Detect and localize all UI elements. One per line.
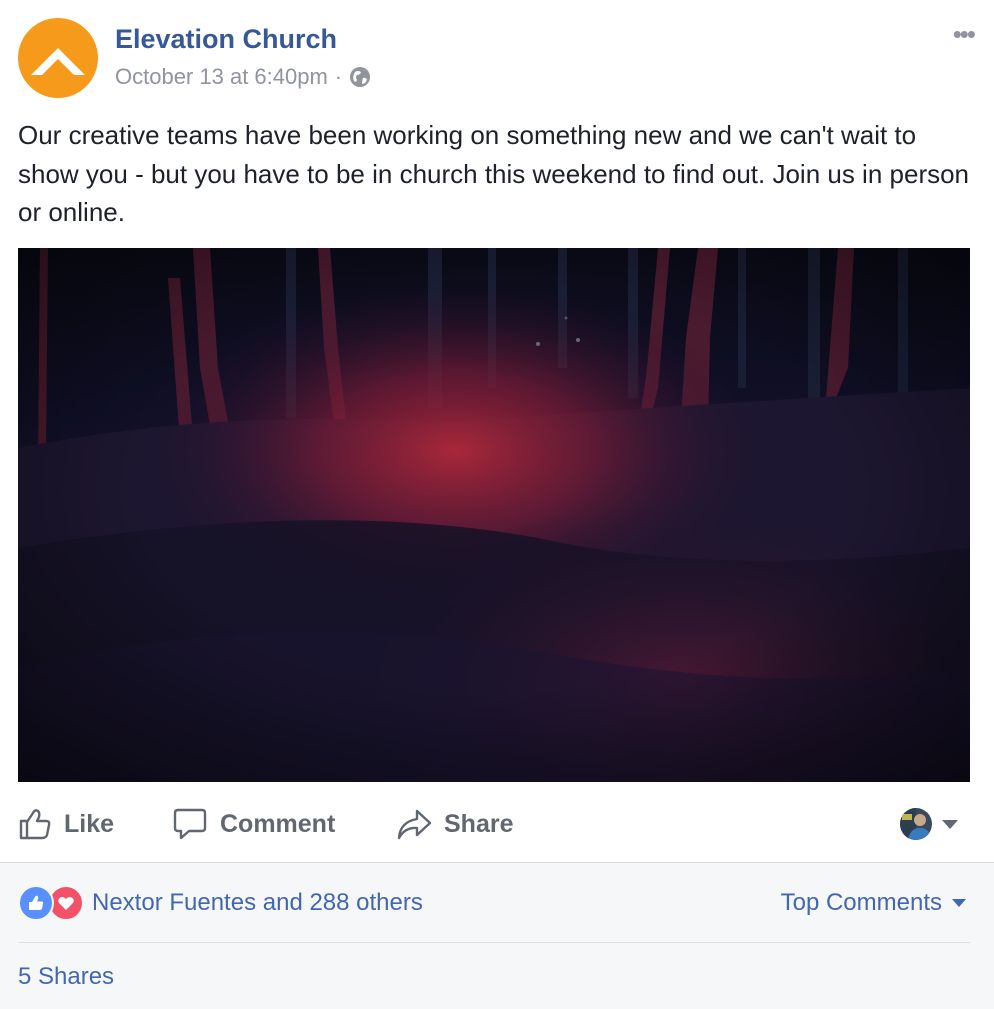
more-options-icon[interactable]: ••• <box>953 21 976 47</box>
like-label: Like <box>64 809 115 838</box>
comment-bubble-icon <box>173 808 207 840</box>
post-timestamp[interactable]: October 13 at 6:40pm <box>115 64 328 90</box>
reactions-summary[interactable]: Nextor Fuentes and 288 others <box>18 885 423 921</box>
like-button[interactable]: Like <box>18 796 114 852</box>
footer-divider <box>18 942 970 943</box>
globe-icon[interactable] <box>349 66 371 88</box>
forest-path-image <box>18 248 970 782</box>
comment-label: Comment <box>220 809 336 838</box>
post-photo[interactable] <box>18 248 970 782</box>
post-as-selector[interactable] <box>900 804 958 844</box>
shares-count-link[interactable]: 5 Shares <box>18 963 114 991</box>
share-arrow-icon <box>397 809 432 840</box>
post-footer: Nextor Fuentes and 288 others Top Commen… <box>0 862 994 1009</box>
post-header: Elevation Church October 13 at 6:40pm · … <box>18 18 978 98</box>
like-reaction-icon <box>18 885 54 921</box>
reactions-count-link[interactable]: Nextor Fuentes and 288 others <box>92 889 423 917</box>
comment-sort-dropdown[interactable]: Top Comments <box>781 889 966 917</box>
meta-separator: · <box>334 64 343 89</box>
elevation-logo-icon <box>31 48 85 75</box>
chevron-down-icon <box>942 819 958 829</box>
share-label: Share <box>444 809 514 838</box>
share-button[interactable]: Share <box>396 796 513 852</box>
thumbs-up-icon <box>19 809 51 840</box>
user-avatar <box>900 808 932 840</box>
post-meta: October 13 at 6:40pm · <box>115 64 371 90</box>
post-action-bar: Like Comment Share <box>18 796 958 852</box>
page-avatar[interactable] <box>18 18 98 98</box>
comment-sort-label: Top Comments <box>780 889 942 916</box>
post-message: Our creative teams have been working on … <box>18 120 970 227</box>
caret-down-icon <box>952 899 966 907</box>
page-name-link[interactable]: Elevation Church <box>115 24 337 55</box>
comment-button[interactable]: Comment <box>172 796 335 852</box>
